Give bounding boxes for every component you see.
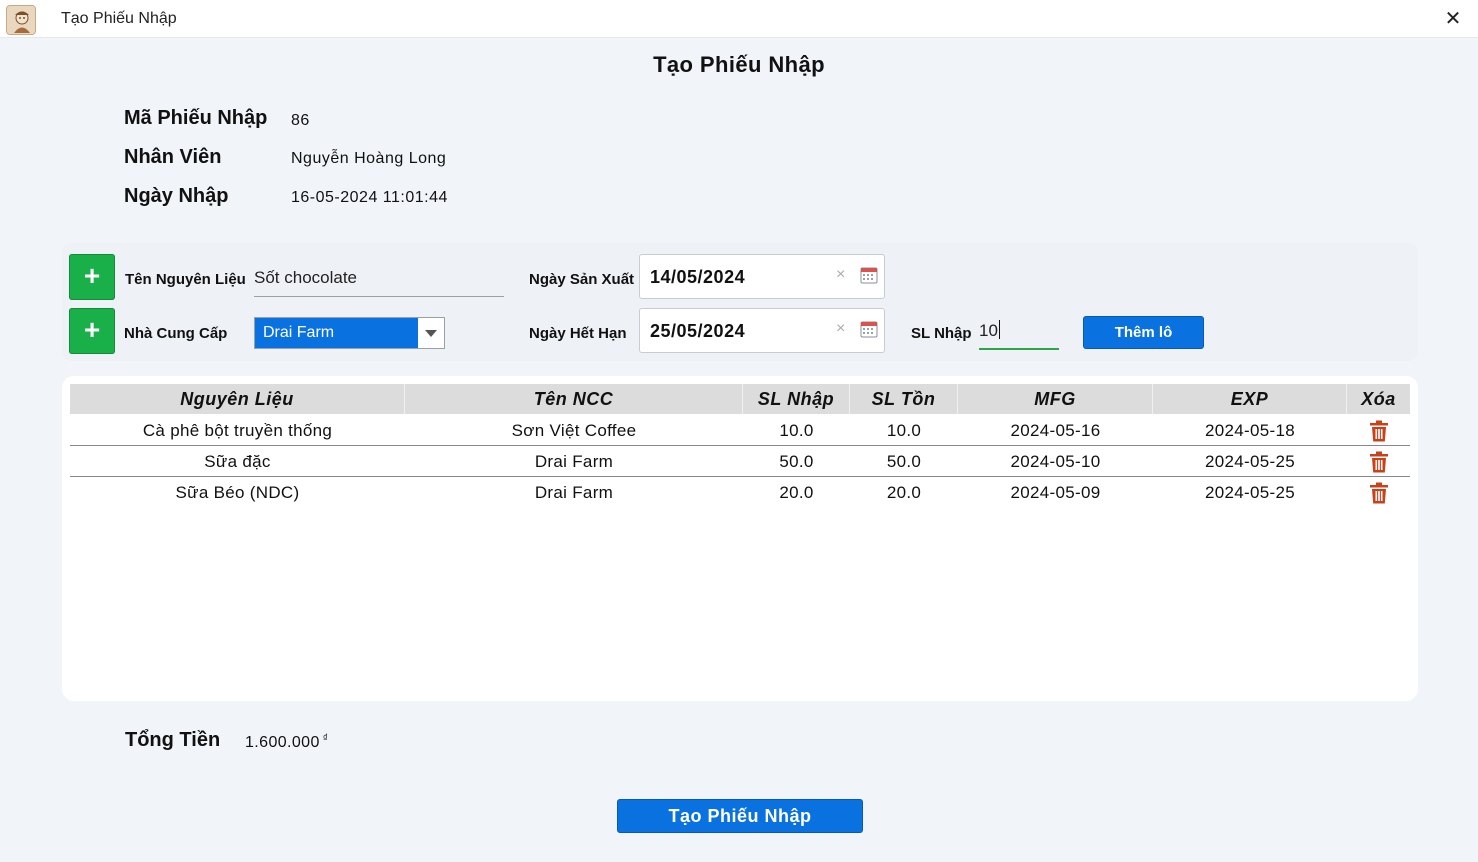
cell-exp: 2024-05-25 [1205,452,1295,471]
receipt-id-value: 86 [291,112,310,129]
window-titlebar: Tạo Phiếu Nhập ✕ [0,0,1478,38]
col-header-ingredient[interactable]: Nguyên Liệu [70,384,405,414]
col-header-qty-in[interactable]: SL Nhập [743,384,850,414]
cell-supplier: Drai Farm [534,483,614,502]
window-title: Tạo Phiếu Nhập [61,10,177,27]
quantity-value: 10 [979,321,998,340]
mfg-date-picker[interactable]: 14/05/2024 × [639,254,885,299]
trash-icon[interactable] [1369,451,1389,473]
create-receipt-button[interactable]: Tạo Phiếu Nhập [617,799,863,833]
col-header-supplier[interactable]: Tên NCC [405,384,743,414]
col-header-qty-stock[interactable]: SL Tồn [850,384,958,414]
add-lot-button[interactable]: Thêm lô [1083,316,1204,349]
cell-mfg: 2024-05-16 [1010,421,1101,440]
exp-date-picker[interactable]: 25/05/2024 × [639,308,885,353]
mfg-date-value: 14/05/2024 [650,267,746,287]
cell-qty-stock: 50.0 [886,452,922,471]
currency-symbol: ₫ [322,733,329,744]
cell-supplier: Drai Farm [534,452,614,471]
cell-ingredient: Sữa đặc [204,452,271,471]
cell-qty-stock: 10.0 [886,421,922,440]
cell-mfg: 2024-05-10 [1010,452,1101,471]
supplier-label: Nhà Cung Cấp [124,325,228,342]
text-caret [998,320,1000,339]
clear-icon[interactable]: × [836,266,845,284]
exp-date-label: Ngày Hết Hạn [529,325,627,342]
cell-exp: 2024-05-18 [1205,421,1295,440]
page-title: Tạo Phiếu Nhập [653,52,825,77]
quantity-input[interactable]: 10 [979,318,1059,350]
app-logo-icon [6,5,36,35]
import-date-value: 16-05-2024 11:01:44 [291,189,448,206]
close-icon[interactable]: ✕ [1440,6,1466,32]
total-amount: 1.600.000 ₫ [245,733,328,752]
table-row[interactable]: Sữa đặc Drai Farm 50.0 50.0 2024-05-10 2… [70,446,1410,477]
add-ingredient-button[interactable]: + [69,254,115,300]
employee-value: Nguyễn Hoàng Long [291,150,447,167]
supplier-select[interactable]: Drai Farm [254,317,445,349]
import-date-label: Ngày Nhập [124,185,229,207]
trash-icon[interactable] [1369,420,1389,442]
table-row[interactable]: Sữa Béo (NDC) Drai Farm 20.0 20.0 2024-0… [70,477,1410,508]
col-header-mfg[interactable]: MFG [958,384,1153,414]
cell-exp: 2024-05-25 [1205,483,1295,502]
mfg-date-label: Ngày Sản Xuất [529,271,635,288]
ingredient-input[interactable]: Sốt chocolate [254,268,504,297]
col-header-delete[interactable]: Xóa [1347,384,1410,414]
total-label: Tổng Tiền [125,729,221,751]
employee-label: Nhân Viên [124,146,222,168]
cell-qty-in: 10.0 [779,421,814,440]
cell-ingredient: Cà phê bột truyền thống [142,421,333,440]
cell-qty-in: 50.0 [779,452,814,471]
cell-supplier: Sơn Việt Coffee [511,421,637,440]
cell-mfg: 2024-05-09 [1010,483,1101,502]
calendar-icon[interactable] [860,266,878,284]
clear-icon[interactable]: × [836,320,845,338]
supplier-selected-value: Drai Farm [255,318,418,348]
chevron-down-icon[interactable] [418,318,444,348]
exp-date-value: 25/05/2024 [650,321,746,341]
cell-qty-stock: 20.0 [886,483,922,502]
cell-ingredient: Sữa Béo (NDC) [175,483,300,502]
add-supplier-button[interactable]: + [69,308,115,354]
trash-icon[interactable] [1369,482,1389,504]
table-header: Nguyên Liệu Tên NCC SL Nhập SL Tồn MFG E… [70,384,1410,414]
ingredient-label: Tên Nguyên Liệu [125,271,246,288]
total-value: 1.600.000 [245,734,320,751]
cell-qty-in: 20.0 [779,483,814,502]
col-header-exp[interactable]: EXP [1153,384,1347,414]
table-row[interactable]: Cà phê bột truyền thống Sơn Việt Coffee … [70,415,1410,446]
quantity-label: SL Nhập [911,325,972,342]
calendar-icon[interactable] [860,320,878,338]
receipt-id-label: Mã Phiếu Nhập [124,107,268,129]
